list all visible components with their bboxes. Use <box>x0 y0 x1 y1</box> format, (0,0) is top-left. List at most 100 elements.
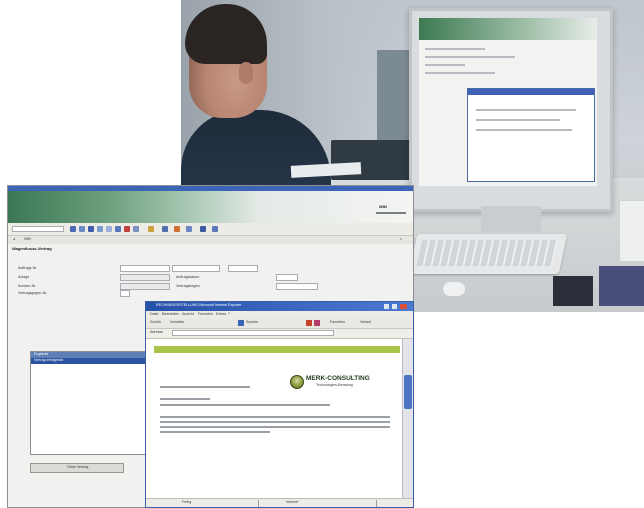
photo-person-ear <box>239 62 253 84</box>
photo-screen-line <box>425 64 465 66</box>
search-button[interactable]: Suchen <box>246 320 258 325</box>
without-contract-label: Ohne Vertrag <box>67 465 89 469</box>
info-icon[interactable] <box>212 226 218 232</box>
form-label-right: Auftragsdatum <box>176 275 200 279</box>
app-banner-underline <box>376 212 406 214</box>
app-banner-logo-text: WIN <box>379 204 387 209</box>
page-text-line <box>160 416 390 418</box>
back-button[interactable]: Zurück <box>150 320 161 325</box>
photo-screen-line <box>476 109 576 111</box>
plant-field[interactable] <box>120 274 170 281</box>
customer-number-field[interactable] <box>120 283 170 290</box>
menu-item-edit[interactable]: Bearbeiten <box>162 312 179 317</box>
popup-scrollbar[interactable] <box>402 339 413 499</box>
popup-scrollbar-thumb[interactable] <box>404 375 412 409</box>
page-text-line <box>160 404 330 406</box>
print-icon[interactable] <box>97 226 103 232</box>
menu-item-favorites[interactable]: Favoriten <box>198 312 213 317</box>
form-label: Kunden-Nr. <box>18 284 37 288</box>
page-text-line <box>160 431 270 433</box>
photo-screen-window-titlebar <box>468 89 594 95</box>
menu-item-tools[interactable]: Extras <box>216 312 226 317</box>
command-field[interactable] <box>12 226 64 232</box>
page-green-bar <box>154 346 400 353</box>
photo-keyboard <box>408 234 568 274</box>
menu-item-help[interactable]: ? <box>228 312 230 317</box>
browser-popup-window: RECHNUNGSSTELLUNG-Microsoft Internet Exp… <box>145 301 414 508</box>
copy-icon[interactable] <box>115 226 121 232</box>
help-icon[interactable] <box>186 226 192 232</box>
menu-item-view[interactable]: Ansicht <box>182 312 194 317</box>
nav-back-icon[interactable]: ◂ <box>13 237 15 242</box>
popup-toolbar: Zurück Vorwärts Suchen Favoriten Verlauf <box>146 318 413 329</box>
page-text-line <box>160 398 210 400</box>
photo-screen-window <box>467 88 595 182</box>
results-list[interactable]: Ergebnis Vertrag erfolgreich <box>30 351 150 455</box>
minimize-icon[interactable] <box>384 304 389 309</box>
app-nav-bar: ◂ NIM × <box>8 236 413 244</box>
order-type-select[interactable] <box>172 265 220 272</box>
form-label: Anlage <box>18 275 30 279</box>
delete-icon[interactable] <box>124 226 130 232</box>
new-icon[interactable] <box>70 226 76 232</box>
paste-icon[interactable] <box>133 226 139 232</box>
contract-number-field[interactable] <box>120 290 130 297</box>
photo-screen-line <box>425 48 485 50</box>
open-icon[interactable] <box>79 226 85 232</box>
search-icon[interactable] <box>148 226 154 232</box>
status-right-text: Internet <box>286 500 299 504</box>
photo-mouse <box>443 282 465 296</box>
popup-page-content: MERK-CONSULTING Technologies-Beratung <box>154 346 400 496</box>
results-header-text: Ergebnis <box>34 352 49 356</box>
photo-desk-device <box>619 200 644 262</box>
popup-titlebar: RECHNUNGSSTELLUNG-Microsoft Internet Exp… <box>146 302 413 311</box>
page-text-line <box>160 386 250 388</box>
results-selected-row[interactable]: Vertrag erfolgreich <box>31 358 149 364</box>
history-button[interactable]: Verlauf <box>360 320 371 325</box>
company-name: MERK-CONSULTING <box>306 375 370 382</box>
search-icon[interactable] <box>238 320 244 326</box>
photo-screen-line <box>425 56 515 58</box>
status-left-text: Fertig <box>182 500 192 504</box>
menu-item-file[interactable]: Datei <box>150 312 158 317</box>
form-label-right: Vertragsbeginn <box>176 284 201 288</box>
warning-icon[interactable] <box>174 226 180 232</box>
photo-screen-line <box>476 119 560 121</box>
form-label: Auftrags-Nr. <box>18 266 38 270</box>
cut-icon[interactable] <box>106 226 112 232</box>
photo-desk-object <box>553 276 593 306</box>
nav-label[interactable]: NIM <box>24 237 31 242</box>
forward-button[interactable]: Vorwärts <box>170 320 184 325</box>
address-input[interactable] <box>172 330 334 336</box>
contract-start-field[interactable] <box>276 283 318 290</box>
nav-close-icon[interactable]: × <box>400 237 402 242</box>
settings-icon[interactable] <box>200 226 206 232</box>
favorites-button[interactable]: Favoriten <box>330 320 345 325</box>
address-label: Adresse <box>150 330 164 334</box>
photo-monitor-screen <box>419 18 597 186</box>
photo-screen-line <box>476 129 572 131</box>
page-text-line <box>160 421 390 423</box>
company-logo-icon <box>290 375 304 389</box>
without-contract-button[interactable]: Ohne Vertrag <box>30 463 124 473</box>
close-icon[interactable] <box>400 304 407 309</box>
maximize-icon[interactable] <box>392 304 397 309</box>
company-tagline: Technologies-Beratung <box>316 383 353 387</box>
photo-desk-object <box>599 266 644 306</box>
form-label: Vertragsgegen-Nr. <box>18 291 48 295</box>
popup-title: RECHNUNGSSTELLUNG-Microsoft Internet Exp… <box>156 303 242 307</box>
save-icon[interactable] <box>88 226 94 232</box>
photo-keyboard-keys <box>416 240 558 266</box>
home-icon[interactable] <box>314 320 320 326</box>
photo-screen-banner <box>419 18 597 40</box>
section-title: Wagenflusss-Vertrag <box>12 246 52 251</box>
stop-icon[interactable] <box>306 320 312 326</box>
results-row-text: Vertrag erfolgreich <box>34 358 64 362</box>
arrow-icon[interactable] <box>162 226 168 232</box>
order-number-field[interactable] <box>120 265 170 272</box>
order-date-field[interactable] <box>276 274 298 281</box>
page-text-line <box>160 426 390 428</box>
photo-monitor-stand <box>481 206 541 232</box>
photo-screen-line <box>425 72 495 74</box>
order-extra-field[interactable] <box>228 265 258 272</box>
